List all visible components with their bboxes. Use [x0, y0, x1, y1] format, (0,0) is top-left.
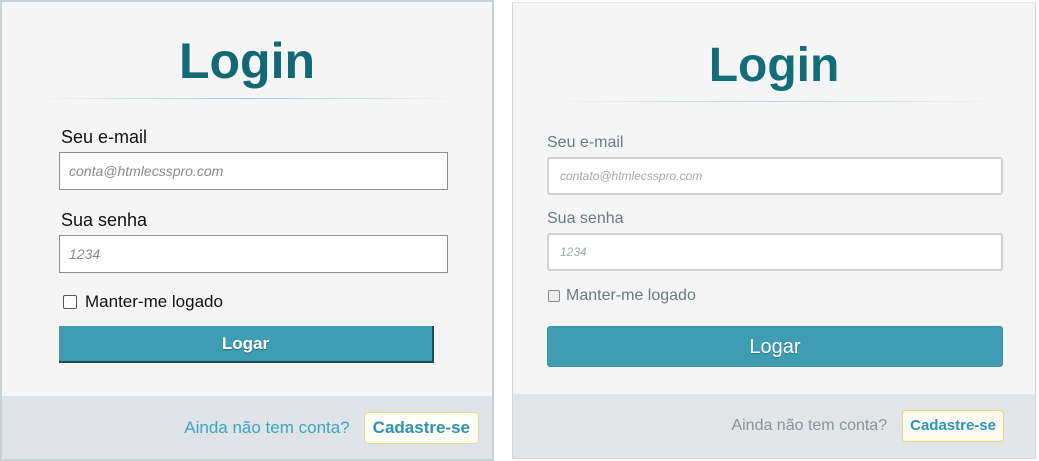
- no-account-text: Ainda não tem conta?: [731, 417, 888, 434]
- title-divider: [543, 101, 1005, 102]
- login-title: Login: [708, 39, 840, 92]
- signup-footer: Ainda não tem conta? Cadastre-se: [2, 396, 492, 459]
- email-placeholder: contato@htmlecsspro.com: [560, 169, 703, 183]
- password-field[interactable]: 1234: [547, 233, 1003, 271]
- login-button[interactable]: Logar: [59, 326, 434, 363]
- email-placeholder: conta@htmlecsspro.com: [69, 163, 224, 179]
- comparison-canvas: Login Seu e-mail conta@htmlecsspro.com S…: [0, 0, 1039, 461]
- email-field[interactable]: contato@htmlecsspro.com: [547, 157, 1003, 195]
- remember-me-checkbox[interactable]: [548, 290, 560, 302]
- email-label: Seu e-mail: [547, 134, 624, 151]
- password-label: Sua senha: [61, 210, 148, 230]
- remember-me-label: Manter-me logado: [85, 292, 223, 311]
- login-title: Login: [178, 33, 316, 89]
- login-panel-left: Login Seu e-mail conta@htmlecsspro.com S…: [0, 0, 494, 461]
- title-divider: [32, 98, 462, 99]
- remember-me-row[interactable]: Manter-me logado: [63, 292, 223, 312]
- remember-me-label: Manter-me logado: [566, 287, 696, 304]
- remember-me-row[interactable]: Manter-me logado: [548, 287, 696, 305]
- password-label: Sua senha: [547, 210, 624, 227]
- password-field[interactable]: 1234: [59, 235, 448, 273]
- signup-button[interactable]: Cadastre-se: [363, 411, 479, 444]
- no-account-text: Ainda não tem conta?: [184, 417, 350, 437]
- signup-footer: Ainda não tem conta? Cadastre-se: [513, 394, 1035, 458]
- remember-me-checkbox[interactable]: [63, 295, 77, 309]
- email-field[interactable]: conta@htmlecsspro.com: [59, 152, 448, 190]
- signup-button[interactable]: Cadastre-se: [902, 410, 1004, 442]
- email-label: Seu e-mail: [61, 127, 148, 147]
- login-panel-right: Login Seu e-mail contato@htmlecsspro.com…: [512, 2, 1036, 459]
- password-placeholder: 1234: [560, 245, 587, 259]
- password-placeholder: 1234: [69, 246, 101, 262]
- login-button[interactable]: Logar: [547, 326, 1003, 367]
